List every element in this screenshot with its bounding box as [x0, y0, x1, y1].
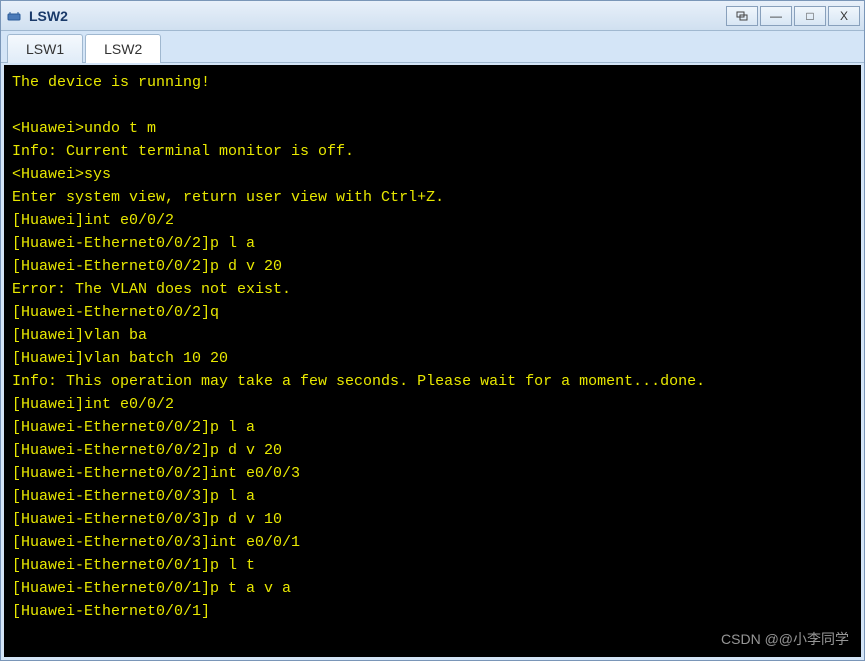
- terminal-line: Info: Current terminal monitor is off.: [12, 140, 853, 163]
- terminal-line: <Huawei>sys: [12, 163, 853, 186]
- tab-lsw1[interactable]: LSW1: [7, 34, 83, 63]
- terminal-line: [Huawei]int e0/0/2: [12, 393, 853, 416]
- titlebar: LSW2 — □ X: [1, 1, 864, 31]
- terminal-line: [Huawei-Ethernet0/0/2]p l a: [12, 416, 853, 439]
- terminal-output[interactable]: The device is running! <Huawei>undo t mI…: [1, 63, 864, 660]
- terminal-line: [Huawei-Ethernet0/0/3]int e0/0/1: [12, 531, 853, 554]
- terminal-line: Enter system view, return user view with…: [12, 186, 853, 209]
- terminal-line: [Huawei]vlan ba: [12, 324, 853, 347]
- terminal-line: [Huawei]int e0/0/2: [12, 209, 853, 232]
- terminal-line: [Huawei-Ethernet0/0/1]: [12, 600, 853, 623]
- terminal-line: Info: This operation may take a few seco…: [12, 370, 853, 393]
- terminal-line: [Huawei]vlan batch 10 20: [12, 347, 853, 370]
- tab-lsw2[interactable]: LSW2: [85, 34, 161, 63]
- app-icon: [5, 7, 23, 25]
- terminal-line: The device is running!: [12, 71, 853, 94]
- terminal-line: [Huawei-Ethernet0/0/3]p d v 10: [12, 508, 853, 531]
- minimize-button[interactable]: —: [760, 6, 792, 26]
- terminal-line: [Huawei-Ethernet0/0/2]int e0/0/3: [12, 462, 853, 485]
- terminal-line: [Huawei-Ethernet0/0/2]p d v 20: [12, 255, 853, 278]
- terminal-line: <Huawei>undo t m: [12, 117, 853, 140]
- terminal-line: [Huawei-Ethernet0/0/2]q: [12, 301, 853, 324]
- window-title: LSW2: [29, 8, 68, 24]
- popout-button[interactable]: [726, 6, 758, 26]
- tab-bar: LSW1 LSW2: [1, 31, 864, 63]
- terminal-line: [Huawei-Ethernet0/0/1]p l t: [12, 554, 853, 577]
- terminal-line: [Huawei-Ethernet0/0/3]p l a: [12, 485, 853, 508]
- terminal-line: [Huawei-Ethernet0/0/1]p t a v a: [12, 577, 853, 600]
- maximize-button[interactable]: □: [794, 6, 826, 26]
- terminal-line: Error: The VLAN does not exist.: [12, 278, 853, 301]
- titlebar-controls: — □ X: [724, 6, 860, 26]
- terminal-line: [12, 94, 853, 117]
- titlebar-left: LSW2: [5, 7, 68, 25]
- application-window: LSW2 — □ X LSW1 LSW2 The device is runni…: [0, 0, 865, 661]
- terminal-line: [Huawei-Ethernet0/0/2]p d v 20: [12, 439, 853, 462]
- terminal-line: [Huawei-Ethernet0/0/2]p l a: [12, 232, 853, 255]
- close-button[interactable]: X: [828, 6, 860, 26]
